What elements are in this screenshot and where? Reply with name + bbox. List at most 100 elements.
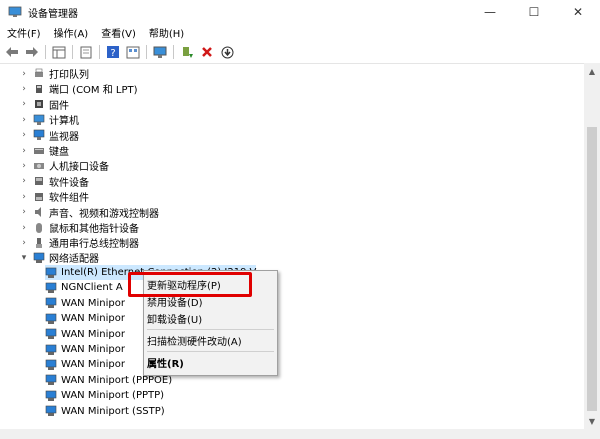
keyboard-icon xyxy=(33,145,45,157)
network-adapter-icon xyxy=(45,313,57,325)
toolbar-separator xyxy=(146,45,147,59)
title-bar: 设备管理器 — ☐ ✕ xyxy=(0,0,600,24)
network-adapter-icon xyxy=(45,359,57,371)
update-driver-icon[interactable] xyxy=(179,44,195,60)
printer-icon xyxy=(33,68,45,80)
expand-arrow-icon[interactable]: ▾ xyxy=(19,253,29,263)
tree-node-category[interactable]: › 通用串行总线控制器 xyxy=(19,235,139,250)
tree-node-category[interactable]: › 固件 xyxy=(19,97,69,112)
adapter-label: WAN Miniport (PPTP) xyxy=(61,390,165,402)
context-separator xyxy=(147,329,274,330)
network-adapter-item[interactable]: WAN Miniport (PPTP) xyxy=(45,388,164,403)
tree-node-category[interactable]: › 计算机 xyxy=(19,112,79,127)
category-label: 人机接口设备 xyxy=(49,162,109,174)
context-scan-hardware[interactable]: 扫描检测硬件改动(A) xyxy=(144,332,277,349)
category-label: 计算机 xyxy=(49,116,79,128)
back-arrow-icon[interactable] xyxy=(4,44,20,60)
computer-icon xyxy=(33,114,45,126)
menu-action[interactable]: 操作(A) xyxy=(47,25,95,40)
adapter-label: WAN Minipor xyxy=(61,313,125,325)
category-label: 鼠标和其他指针设备 xyxy=(49,224,139,235)
svg-text:?: ? xyxy=(110,48,115,59)
network-adapter-item[interactable]: WAN Minipor xyxy=(45,296,125,311)
network-adapter-item[interactable]: WAN Minipor xyxy=(45,327,125,342)
uninstall-icon[interactable] xyxy=(199,44,215,60)
adapter-label: WAN Miniport (PPPOE) xyxy=(61,374,173,386)
network-adapter-item[interactable]: WAN Miniport (SSTP) xyxy=(45,404,165,419)
tree-node-category[interactable]: › 监视器 xyxy=(19,128,79,143)
collapse-arrow-icon[interactable]: › xyxy=(19,207,29,217)
collapse-arrow-icon[interactable]: › xyxy=(19,176,29,186)
window-title: 设备管理器 xyxy=(28,8,78,20)
toolbar-separator xyxy=(45,45,46,59)
device-tree: › 打印队列 › 端口 (COM 和 LPT) › 固件 › 计算机 › 监视器 › 键盘 › 人机接口设… xyxy=(0,63,584,429)
adapter-label: WAN Minipor xyxy=(61,359,125,371)
vertical-scrollbar[interactable]: ▲ ▼ xyxy=(584,63,600,429)
network-adapter-item[interactable]: WAN Minipor xyxy=(45,357,125,372)
collapse-arrow-icon[interactable]: › xyxy=(19,192,29,202)
view-icon[interactable] xyxy=(125,44,141,60)
category-label: 软件设备 xyxy=(49,177,89,189)
adapter-label: WAN Minipor xyxy=(61,297,125,309)
menu-file[interactable]: 文件(F) xyxy=(0,25,47,40)
network-adapter-icon xyxy=(45,344,57,356)
scroll-down-icon[interactable]: ▼ xyxy=(584,413,600,429)
tree-node-category[interactable]: › 人机接口设备 xyxy=(19,158,109,174)
menu-view[interactable]: 查看(V) xyxy=(94,25,142,40)
scroll-up-icon[interactable]: ▲ xyxy=(584,63,600,79)
network-adapter-icon xyxy=(45,405,57,417)
print-icon[interactable] xyxy=(78,44,94,60)
toolbar: ? xyxy=(0,41,600,64)
category-label: 网络适配器 xyxy=(49,254,99,265)
tree-node-category[interactable]: › 打印队列 xyxy=(19,66,89,81)
tree-node-category[interactable]: › 软件组件 xyxy=(19,189,89,205)
collapse-arrow-icon[interactable]: › xyxy=(19,146,29,156)
collapse-arrow-icon[interactable]: › xyxy=(19,69,29,79)
download-icon[interactable] xyxy=(219,44,235,60)
mouse-icon xyxy=(33,222,45,234)
software-component-icon xyxy=(33,191,45,203)
tree-node-category[interactable]: › 声音、视频和游戏控制器 xyxy=(19,205,159,220)
collapse-arrow-icon[interactable]: › xyxy=(19,130,29,140)
collapse-arrow-icon[interactable]: › xyxy=(19,84,29,94)
collapse-arrow-icon[interactable]: › xyxy=(19,99,29,109)
category-label: 软件组件 xyxy=(49,193,89,205)
network-adapter-item[interactable]: WAN Minipor xyxy=(45,311,125,326)
firmware-icon xyxy=(33,98,45,110)
collapse-arrow-icon[interactable]: › xyxy=(19,115,29,125)
software-device-icon xyxy=(33,175,45,187)
help-icon[interactable]: ? xyxy=(105,44,121,60)
adapter-label: WAN Minipor xyxy=(61,328,125,340)
adapter-label: NGNClient A xyxy=(61,282,123,294)
collapse-arrow-icon[interactable]: › xyxy=(19,161,29,171)
minimize-button[interactable]: — xyxy=(468,0,512,24)
context-uninstall-device[interactable]: 卸载设备(U) xyxy=(144,310,277,327)
category-label: 声音、视频和游戏控制器 xyxy=(49,208,159,220)
maximize-button[interactable]: ☐ xyxy=(512,0,556,24)
toolbar-separator xyxy=(72,45,73,59)
network-adapter-icon xyxy=(45,267,57,279)
highlight-box xyxy=(128,272,252,297)
context-properties[interactable]: 属性(R) xyxy=(144,354,277,371)
tree-node-category[interactable]: › 端口 (COM 和 LPT) xyxy=(19,81,137,97)
monitor-icon[interactable] xyxy=(152,44,168,60)
usb-icon xyxy=(33,237,45,249)
collapse-arrow-icon[interactable]: › xyxy=(19,223,29,233)
sound-icon xyxy=(33,206,45,218)
tree-node-category[interactable]: › 鼠标和其他指针设备 xyxy=(19,220,139,235)
menu-help[interactable]: 帮助(H) xyxy=(142,25,190,40)
toolbar-separator xyxy=(99,45,100,59)
scroll-thumb[interactable] xyxy=(587,127,597,411)
adapter-label: WAN Minipor xyxy=(61,344,125,355)
tree-node-category[interactable]: › 键盘 xyxy=(19,143,69,159)
collapse-arrow-icon[interactable]: › xyxy=(19,238,29,248)
forward-arrow-icon[interactable] xyxy=(24,44,40,60)
toolbar-separator xyxy=(173,45,174,59)
close-button[interactable]: ✕ xyxy=(556,0,600,24)
tree-node-category[interactable]: › 软件设备 xyxy=(19,174,89,189)
network-adapter-icon xyxy=(45,328,57,340)
network-adapter-item[interactable]: NGNClient A xyxy=(45,280,123,295)
network-adapter-item[interactable]: WAN Minipor xyxy=(45,342,125,357)
tree-node-network-adapters[interactable]: ▾ 网络适配器 xyxy=(19,250,99,265)
properties-pane-icon[interactable] xyxy=(51,44,67,60)
